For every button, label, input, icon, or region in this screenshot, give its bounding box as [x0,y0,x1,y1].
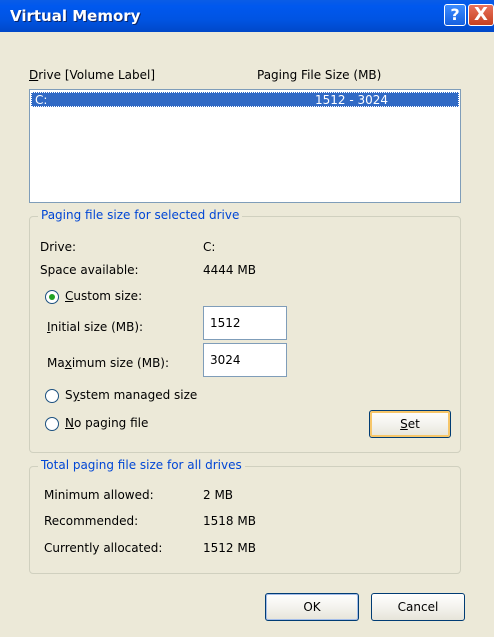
system-managed-radio[interactable] [45,389,59,403]
currently-allocated-value: 1512 MB [203,541,256,555]
currently-allocated-label: Currently allocated: [44,541,163,555]
list-header-paging-size: Paging File Size (MB) [257,68,382,82]
list-item[interactable]: C: 1512 - 3024 [31,92,459,107]
paging-size-cell: 1512 - 3024 [315,93,389,107]
title-bar[interactable]: Virtual Memory ? X [0,0,494,32]
totals-group-label: Total paging file size for all drives [38,458,245,472]
recommended-value: 1518 MB [203,514,256,528]
drive-label: Drive: [40,240,77,254]
virtual-memory-dialog: Virtual Memory ? X Drive [Volume Label] … [0,0,494,637]
drive-cell: C: [35,93,48,107]
space-available-value: 4444 MB [203,263,256,277]
initial-size-label: Initial size (MB): [47,320,144,334]
minimum-allowed-value: 2 MB [203,488,234,502]
minimum-allowed-label: Minimum allowed: [44,488,154,502]
ok-button[interactable]: OK [265,593,359,621]
help-button[interactable]: ? [444,4,466,26]
system-managed-label[interactable]: System managed size [65,388,197,402]
list-header-drive: Drive [Volume Label] [29,68,155,82]
no-paging-file-radio[interactable] [45,417,59,431]
no-paging-file-label[interactable]: No paging file [65,416,148,430]
space-available-label: Space available: [40,263,139,277]
drive-value: C: [203,240,216,254]
close-button[interactable]: X [468,4,494,26]
custom-size-radio[interactable] [45,290,59,304]
maximum-size-input[interactable]: 3024 [203,343,287,377]
cancel-button[interactable]: Cancel [371,593,465,621]
window-title: Virtual Memory [10,7,141,25]
set-button[interactable]: Set [369,410,451,438]
selected-drive-group-label: Paging file size for selected drive [38,208,243,222]
recommended-label: Recommended: [44,514,139,528]
initial-size-input[interactable]: 1512 [203,306,287,340]
maximum-size-label: Maximum size (MB): [47,356,170,370]
drive-list[interactable]: C: 1512 - 3024 [29,89,461,203]
custom-size-label[interactable]: Custom size: [65,289,142,303]
